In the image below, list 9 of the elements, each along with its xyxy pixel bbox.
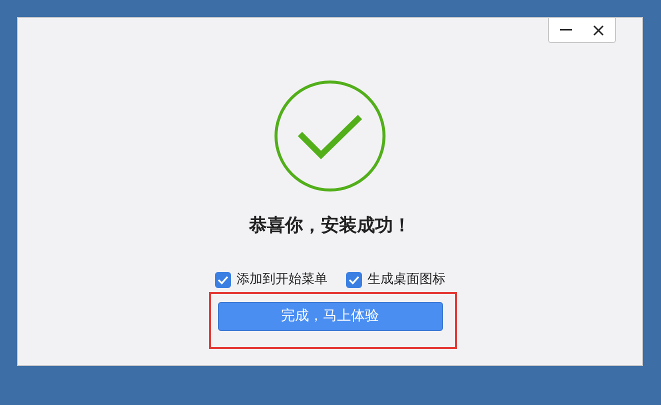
option-label: 生成桌面图标: [368, 271, 446, 289]
success-message: 恭喜你，安装成功！: [249, 214, 411, 238]
checkmark-circle-icon: [274, 80, 386, 192]
checkbox[interactable]: [214, 272, 230, 288]
close-icon[interactable]: [593, 24, 604, 36]
checkbox[interactable]: [346, 272, 362, 288]
option-label: 添加到开始菜单: [236, 271, 328, 289]
finish-button[interactable]: 完成，马上体验: [218, 302, 442, 330]
minimize-icon[interactable]: [560, 29, 572, 31]
